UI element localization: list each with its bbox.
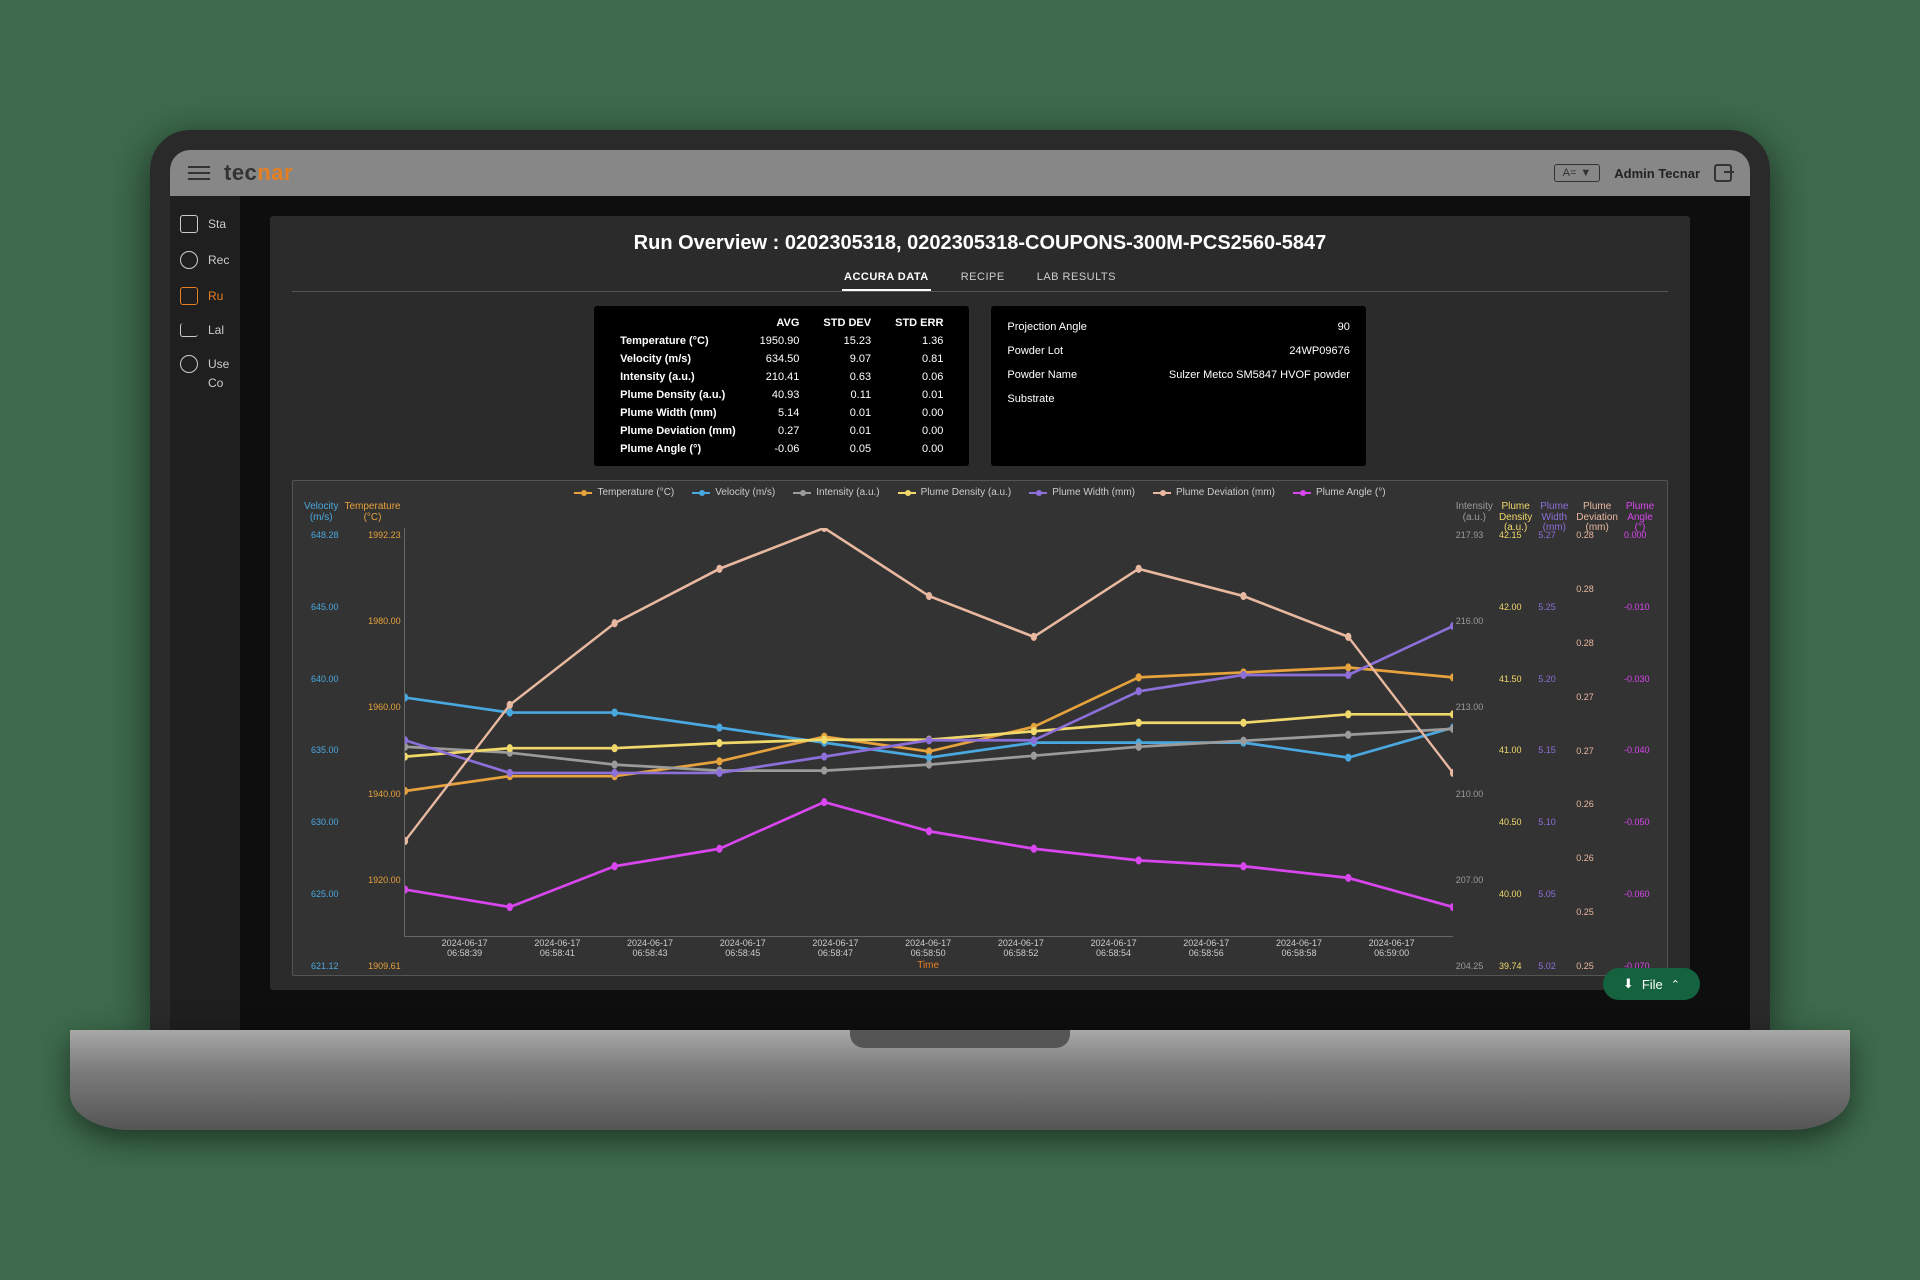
sidebar-item-co[interactable]: Co [170,376,240,399]
sidebar-item-stats[interactable]: Sta [170,206,240,242]
current-user: Admin Tecnar [1614,166,1700,181]
menu-icon[interactable] [188,166,210,180]
legend-item[interactable]: Velocity (m/s) [692,487,775,498]
legend-item[interactable]: Intensity (a.u.) [793,487,879,498]
tabs: ACCURA DATA RECIPE LAB RESULTS [292,265,1668,292]
legend-item[interactable]: Temperature (°C) [574,487,674,498]
brand-logo: tecnar [224,160,293,186]
tab-lab-results[interactable]: LAB RESULTS [1035,265,1118,291]
sidebar: Sta Rec Ru Lal Use Co [170,196,240,1030]
tab-accura-data[interactable]: ACCURA DATA [842,265,931,291]
legend-item[interactable]: Plume Width (mm) [1029,487,1135,498]
x-axis-label: Time [404,960,1453,971]
chart: Temperature (°C) Velocity (m/s) Intensity … [292,480,1668,976]
stats-card: AVGSTD DEVSTD ERRTemperature (°C)1950.90… [594,306,969,466]
overview-title: Run Overview : 0202305318, 0202305318-CO… [292,232,1668,255]
export-file-button[interactable]: ⬇File⌃ [1603,968,1700,1000]
sidebar-item-runs[interactable]: Ru [170,278,240,314]
legend-item[interactable]: Plume Density (a.u.) [898,487,1012,498]
sidebar-item-recipes[interactable]: Rec [170,242,240,278]
run-overview-panel: Run Overview : 0202305318, 0202305318-CO… [270,216,1690,990]
sidebar-item-lab[interactable]: Lal [170,314,240,346]
tab-recipe[interactable]: RECIPE [959,265,1007,291]
logout-icon[interactable] [1714,164,1732,182]
topbar: tecnar A=▼ Admin Tecnar [170,150,1750,196]
legend-item[interactable]: Plume Angle (°) [1293,487,1386,498]
legend-item[interactable]: Plume Deviation (mm) [1153,487,1275,498]
language-picker[interactable]: A=▼ [1554,164,1601,182]
meta-card: Projection Angle90Powder Lot24WP09676Pow… [991,306,1365,466]
